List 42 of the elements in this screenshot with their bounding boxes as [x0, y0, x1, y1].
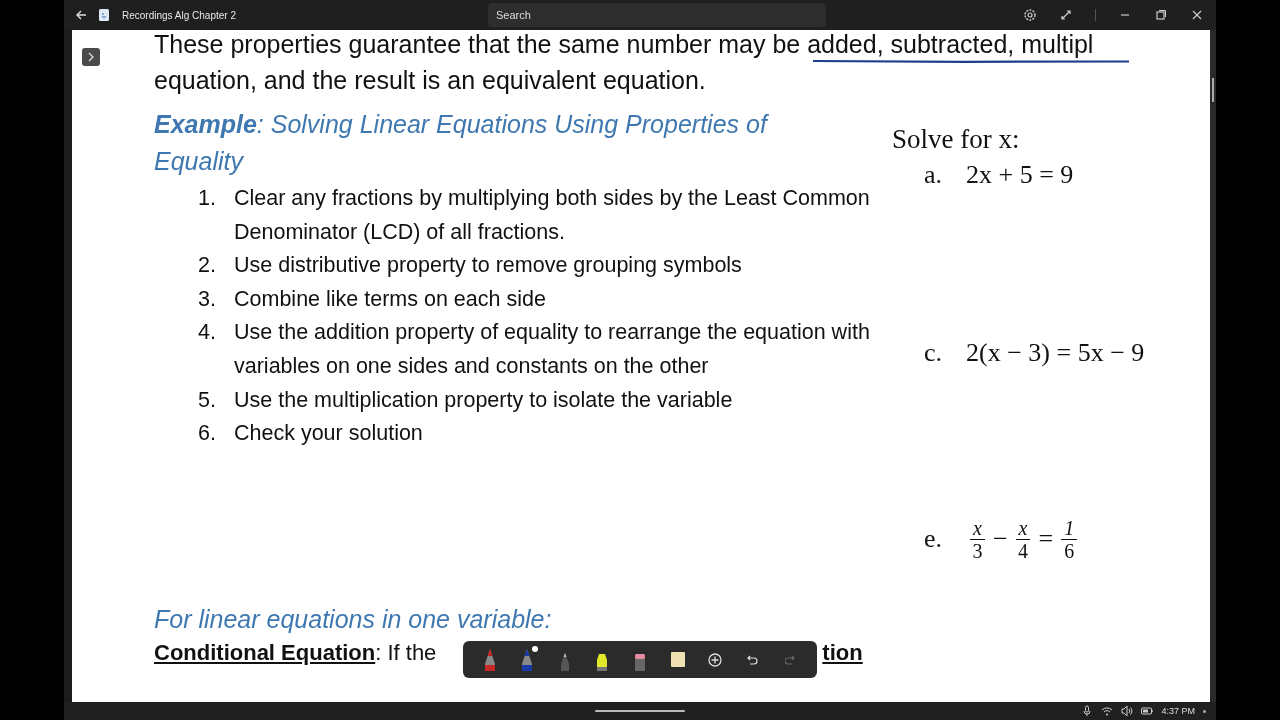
definition-text: Conditional Equation: If the — [154, 639, 437, 667]
step-number: 1. — [197, 185, 216, 212]
step-number: 2. — [197, 252, 216, 280]
expand-icon[interactable] — [1059, 8, 1073, 22]
scrollbar-thumb[interactable] — [1212, 78, 1214, 102]
clock-time: 4:37 PM — [1161, 706, 1195, 716]
equation: 2(x − 3) = 5x − 9 — [966, 338, 1145, 368]
expand-panel-button[interactable] — [82, 48, 100, 66]
back-icon[interactable] — [74, 8, 88, 22]
step-text: Combine like terms on each side — [234, 285, 547, 313]
body-text: These properties guarantee that the same number may be added, subtracted, multipl — [154, 30, 1094, 58]
section-heading: For linear equations in one variable: — [154, 604, 553, 635]
battery-icon[interactable] — [1141, 705, 1154, 717]
step-number: 3. — [197, 285, 216, 313]
step-number: 4. — [197, 319, 216, 347]
definition-text: tion — [822, 639, 863, 667]
chevron-icon — [87, 52, 95, 62]
app-icon — [98, 8, 110, 22]
step-text: Clear any fractions by multiplying both sides by the Least Common Denominator (LCD) of all fractions. — [234, 185, 871, 246]
volume-icon[interactable] — [1121, 705, 1134, 717]
notification-dot — [1203, 709, 1206, 713]
problem-label: e. — [924, 524, 944, 554]
search-field[interactable]: Search — [487, 3, 826, 27]
close-icon[interactable] — [1190, 8, 1204, 22]
problem-label: a. — [924, 160, 944, 190]
equation: 2x + 5 = 9 — [966, 160, 1074, 190]
exercise-title: Solve for x: — [892, 124, 1021, 155]
step-text: Use the addition property of equality to rearrange the equation with variables on one sides and constants on the other — [234, 319, 871, 380]
step-number: 6. — [197, 420, 216, 448]
step-text: Check your solution — [234, 420, 424, 448]
window-title: Recordings Alg Chapter 2 — [122, 9, 236, 21]
body-text: equation, and the result is an equivalent equation. — [154, 66, 706, 94]
plus-circle-icon — [708, 652, 723, 667]
step-text: Use the multiplication property to isolate the variable — [234, 386, 734, 414]
settings-icon[interactable] — [1023, 8, 1037, 22]
example-heading: Example: Solving Linear Equations Using Properties of Equality — [154, 109, 770, 177]
microphone-icon[interactable] — [1081, 705, 1094, 717]
wifi-icon[interactable] — [1101, 705, 1114, 717]
restore-icon[interactable] — [1154, 8, 1168, 22]
step-text: Use distributive property to remove grouping symbols — [234, 252, 743, 280]
step-number: 5. — [197, 386, 216, 414]
problem-label: c. — [924, 338, 944, 368]
